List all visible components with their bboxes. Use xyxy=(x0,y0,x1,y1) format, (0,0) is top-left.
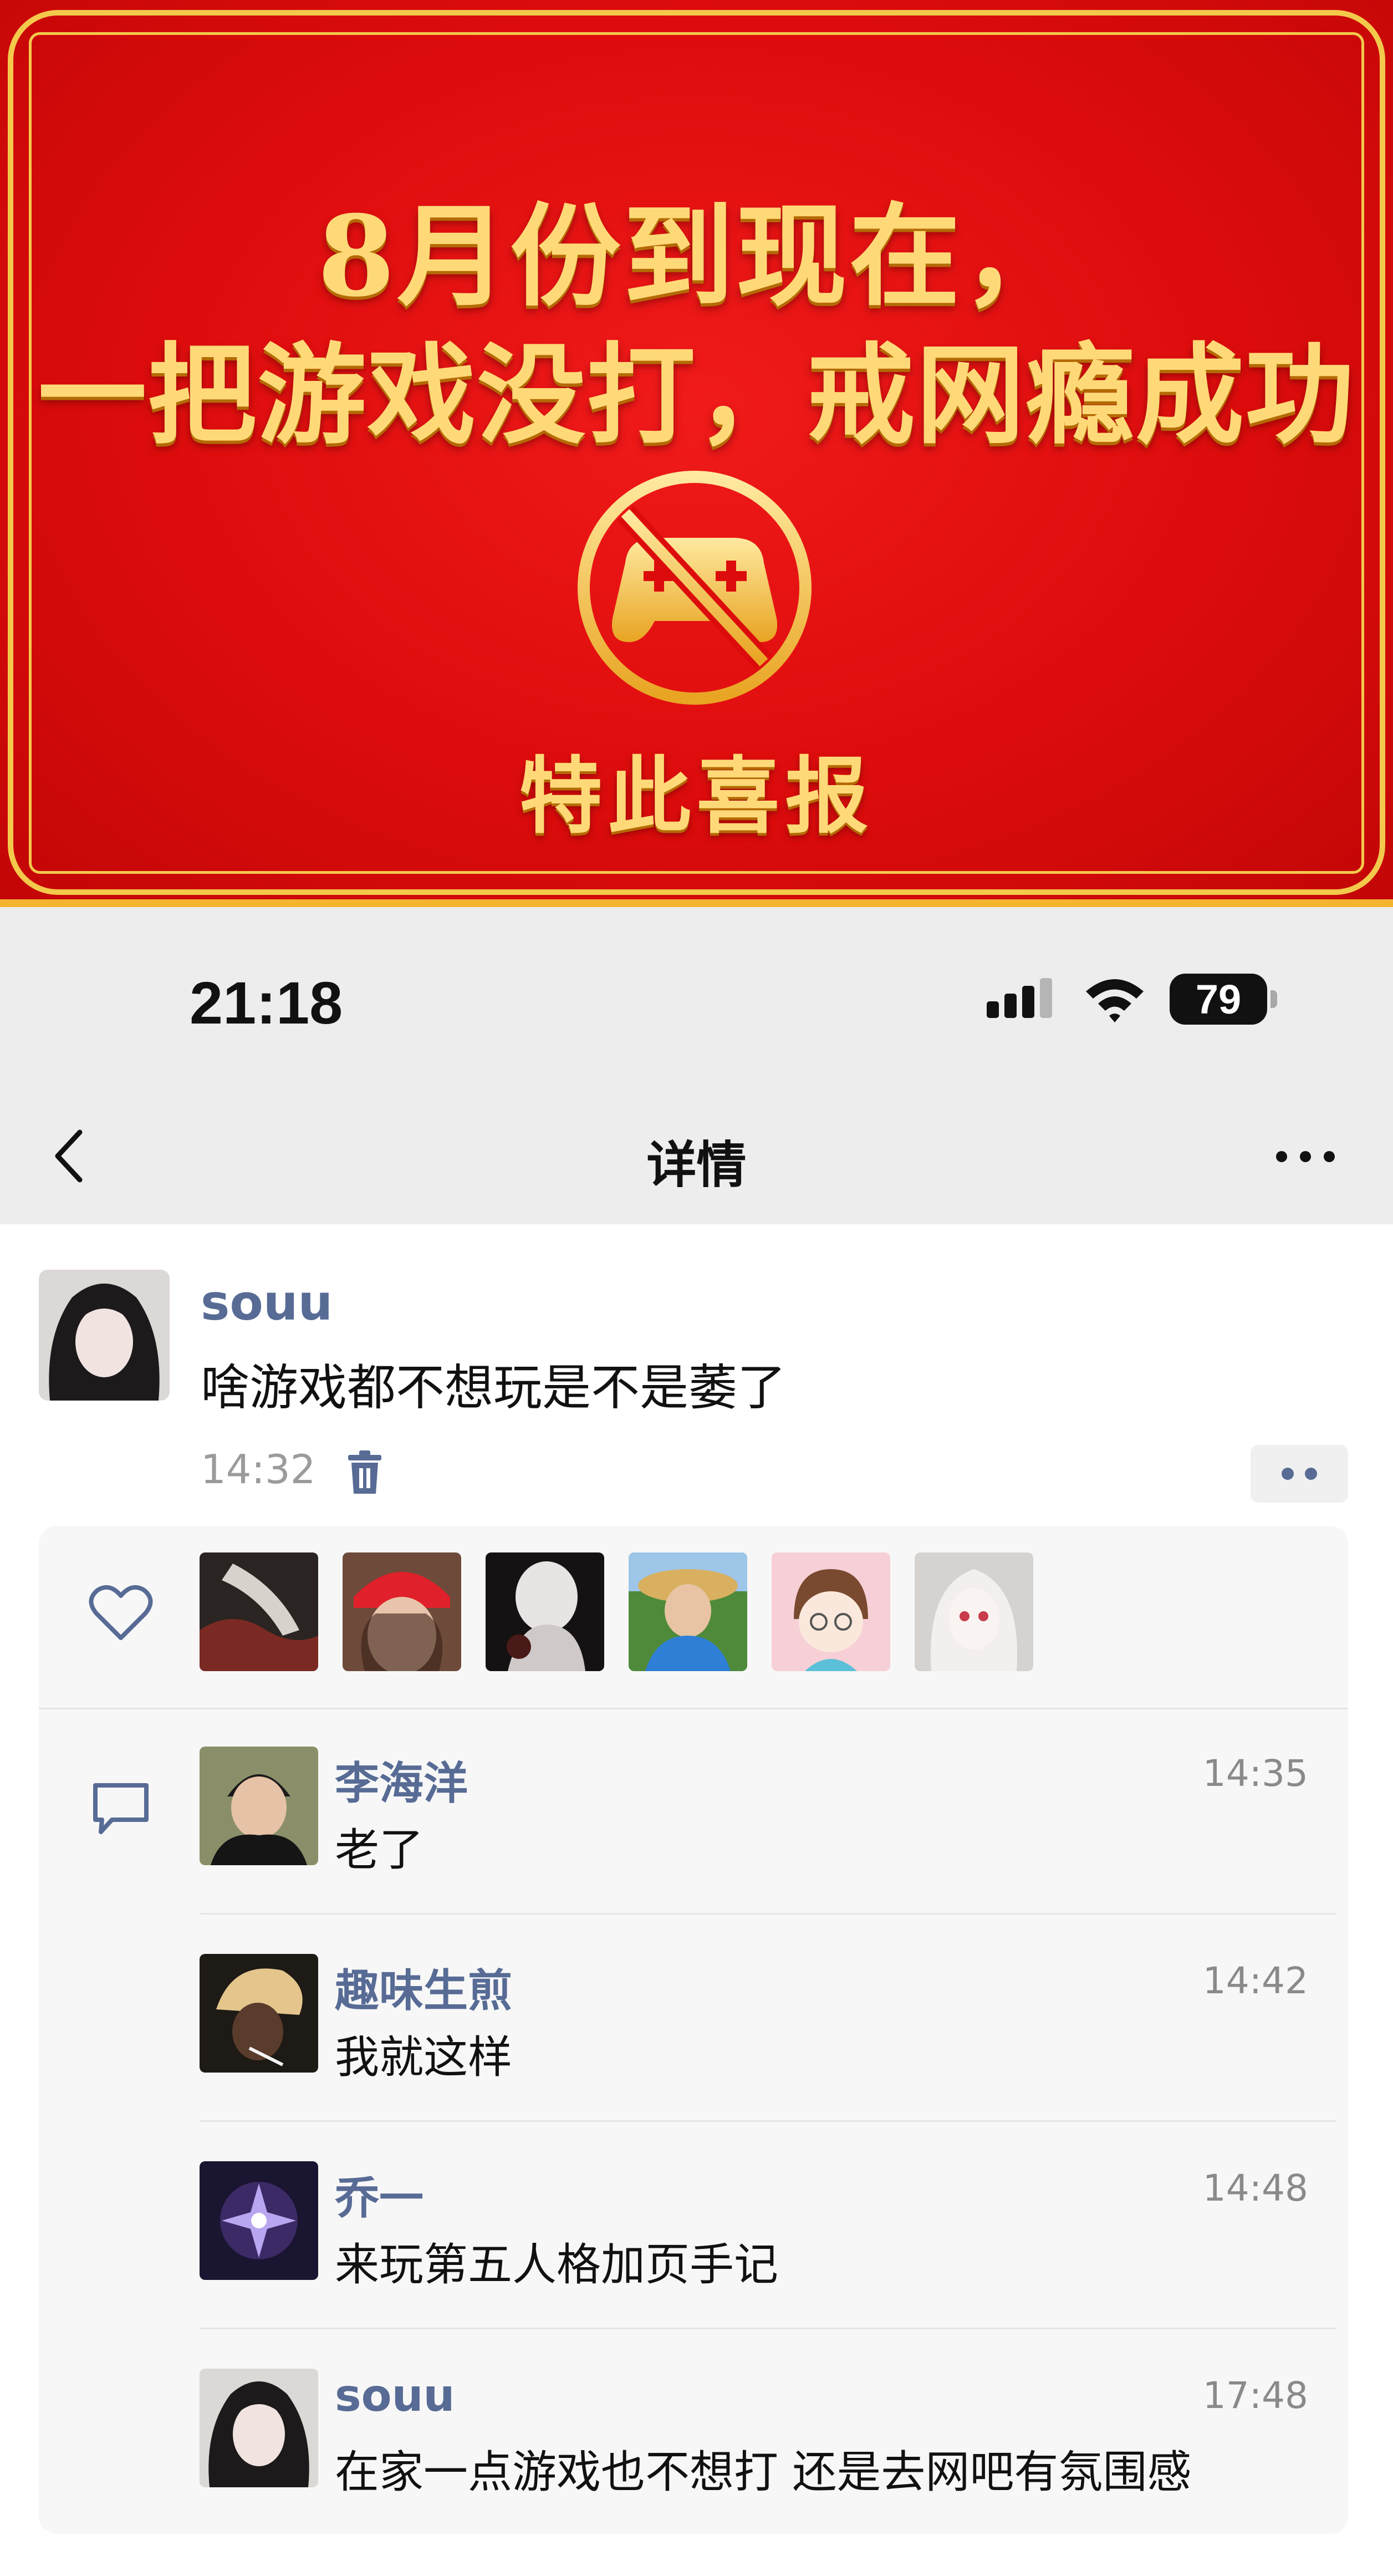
panel-divider xyxy=(39,1708,1348,1709)
comment-divider xyxy=(200,2328,1336,2329)
banner-footer-text: 特此喜报 xyxy=(519,747,874,845)
comment-text: 我就这样 xyxy=(335,2032,512,2083)
comment-author[interactable]: 趣味生煎 xyxy=(335,1955,512,2019)
comment-text: 来玩第五人格加页手记 xyxy=(335,2239,778,2290)
comment-avatar[interactable] xyxy=(200,2161,318,2280)
comment-divider xyxy=(200,2120,1336,2122)
like-avatar[interactable] xyxy=(772,1552,890,1671)
banner-headline-2: 一把游戏没打，戒网瘾成功 xyxy=(38,332,1355,459)
comment-avatar[interactable] xyxy=(200,1747,318,1865)
comment-icon xyxy=(90,1780,152,1837)
no-gamepad-icon xyxy=(573,466,817,710)
comment-time: 14:42 xyxy=(1202,1959,1308,2002)
comment-time: 17:48 xyxy=(1202,2374,1308,2417)
comment-divider xyxy=(200,1913,1336,1915)
comment-author[interactable]: souu xyxy=(335,2370,455,2421)
comment-time: 14:48 xyxy=(1202,2167,1308,2210)
comment-text: 在家一点游戏也不想打 还是去网吧有氛围感 xyxy=(335,2446,1192,2498)
comment-text: 老了 xyxy=(335,1824,423,1876)
like-avatar[interactable] xyxy=(343,1552,461,1671)
banner-bottom-strip xyxy=(0,899,1393,907)
wifi-icon xyxy=(1084,974,1146,1024)
comment-item[interactable]: 李海洋 14:35 老了 xyxy=(200,1747,1336,1954)
comment-avatar[interactable] xyxy=(200,1954,318,2073)
ellipsis-icon[interactable] xyxy=(1269,1140,1341,1173)
like-avatar[interactable] xyxy=(200,1552,318,1671)
like-avatar[interactable] xyxy=(629,1552,747,1671)
likes-row xyxy=(39,1526,1348,1708)
navigation-bar: 详情 xyxy=(0,1073,1393,1224)
dot xyxy=(1282,1468,1294,1480)
comment-time: 14:35 xyxy=(1202,1752,1308,1795)
comment-item[interactable]: 趣味生煎 14:42 我就这样 xyxy=(200,1954,1336,2161)
like-avatar[interactable] xyxy=(915,1552,1033,1671)
trash-icon[interactable] xyxy=(346,1450,384,1495)
cellular-signal-icon xyxy=(987,977,1059,1021)
post-timestamp: 14:32 xyxy=(201,1446,316,1493)
two-dots-icon[interactable] xyxy=(1251,1445,1348,1503)
post-text: 啥游戏都不想玩是不是萎了 xyxy=(201,1359,787,1416)
comment-author[interactable]: 乔一 xyxy=(335,2162,423,2227)
status-time: 21:18 xyxy=(190,969,343,1036)
post-author-name[interactable]: souu xyxy=(201,1274,333,1331)
post-image-banner[interactable]: 8月份到现在， 一把游戏没打，戒网瘾成功 特此喜报 xyxy=(0,0,1393,907)
banner-headline-1: 8月份到现在， xyxy=(317,191,1076,322)
battery-tip xyxy=(1270,990,1277,1008)
comment-avatar[interactable] xyxy=(200,2369,318,2487)
heart-icon xyxy=(89,1585,153,1642)
battery-indicator: 79 xyxy=(1170,974,1267,1025)
like-avatar[interactable] xyxy=(486,1552,604,1671)
status-bar: 21:18 79 xyxy=(0,907,1393,1073)
comment-author[interactable]: 李海洋 xyxy=(335,1748,468,1812)
dot xyxy=(1305,1468,1317,1480)
post-author-avatar[interactable] xyxy=(39,1270,170,1401)
page-title: 详情 xyxy=(646,1136,747,1194)
comment-item[interactable]: 乔一 14:48 来玩第五人格加页手记 xyxy=(200,2161,1336,2369)
interaction-panel: 李海洋 14:35 老了 趣味生煎 14:42 我就这样 乔一 14:48 来玩… xyxy=(39,1526,1348,2534)
